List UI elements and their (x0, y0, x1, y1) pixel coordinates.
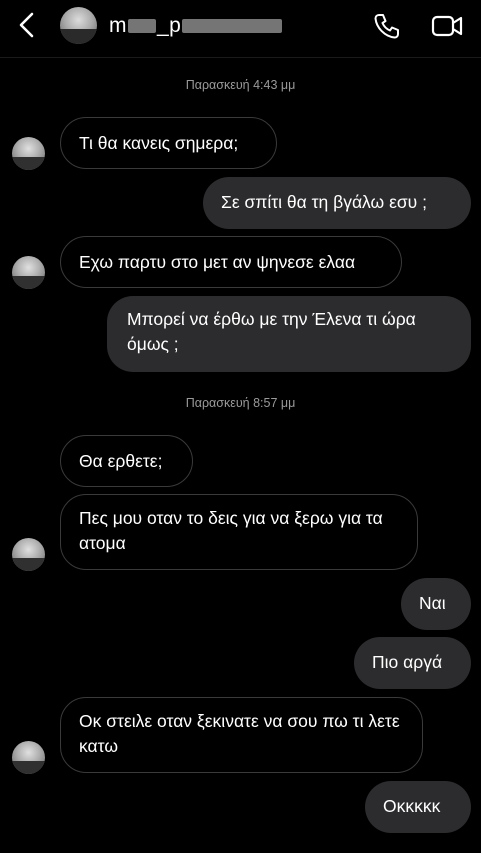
contact-name-mid: _p (157, 14, 182, 37)
contact-name-start: m (109, 14, 127, 37)
message-received[interactable]: Τι θα κανεις σημερα; (60, 117, 277, 169)
back-arrow-icon[interactable] (14, 10, 40, 40)
sender-avatar[interactable] (12, 137, 45, 170)
chat-header: m _p (0, 0, 481, 52)
timestamp: Παρασκευή 4:43 μμ (185, 78, 296, 92)
phone-icon[interactable] (373, 12, 401, 40)
sender-avatar[interactable] (12, 741, 45, 774)
message-received[interactable]: Εχω παρτυ στο μετ αν ψηνεσε ελαα (60, 236, 402, 288)
contact-name[interactable]: m _p (109, 14, 283, 38)
sender-avatar[interactable] (12, 256, 45, 289)
video-camera-icon[interactable] (431, 12, 463, 40)
name-redaction (182, 19, 283, 33)
header-divider (0, 57, 481, 58)
contact-avatar[interactable] (60, 7, 97, 44)
name-redaction (128, 19, 156, 33)
message-received[interactable]: Πες μου οταν το δεις για να ξερω για τα … (60, 494, 418, 570)
message-sent[interactable]: Μπορεί να έρθω με την Έλενα τι ώρα όμως … (107, 296, 471, 372)
message-sent[interactable]: Σε σπίτι θα τη βγάλω εσυ ; (203, 177, 471, 229)
message-sent[interactable]: Οκκκκκ (365, 781, 471, 833)
message-received[interactable]: Θα ερθετε; (60, 435, 193, 487)
timestamp: Παρασκευή 8:57 μμ (185, 396, 296, 410)
message-sent[interactable]: Πιο αργά (354, 637, 471, 689)
sender-avatar[interactable] (12, 538, 45, 571)
message-received[interactable]: Οκ στειλε οταν ξεκινατε να σου πω τι λετ… (60, 697, 423, 773)
message-sent[interactable]: Ναι (401, 578, 471, 630)
